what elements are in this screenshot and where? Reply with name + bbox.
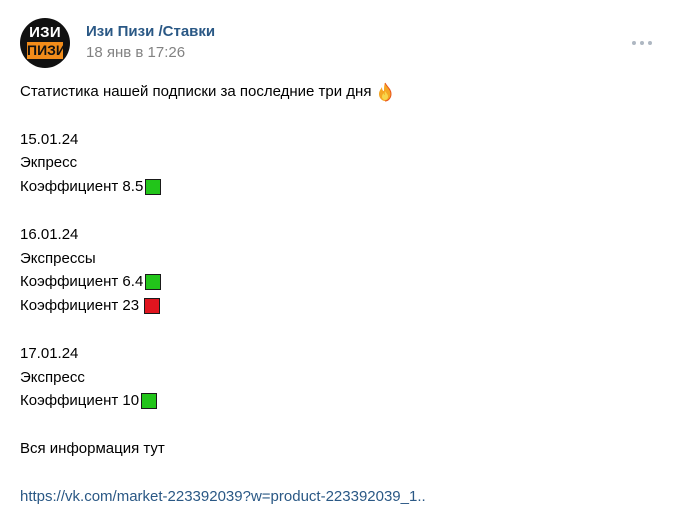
red-square-icon bbox=[144, 298, 161, 315]
more-horizontal-icon-dot bbox=[632, 41, 636, 45]
product-link[interactable]: https://vk.com/market-223392039?w=produc… bbox=[20, 485, 426, 509]
more-horizontal-icon-dot bbox=[648, 41, 652, 45]
avatar-bottom-text: ПИЗИ bbox=[27, 42, 66, 59]
coefficient-text: Коэффициент 6.4 bbox=[20, 273, 144, 291]
green-square-icon bbox=[145, 274, 162, 291]
green-square-icon bbox=[145, 179, 162, 196]
avatar[interactable]: ИЗИ ПИЗИ bbox=[20, 18, 70, 68]
day-date: 17.01.24 bbox=[20, 344, 79, 362]
more-options-button[interactable] bbox=[632, 38, 652, 48]
coefficient-line: Коэффициент 8.5 bbox=[20, 175, 654, 199]
post-text: Статистика нашей подписки за последние т… bbox=[20, 80, 654, 508]
coefficient-line: Коэффициент 10 bbox=[20, 389, 654, 413]
post-date[interactable]: 18 янв в 17:26 bbox=[86, 44, 185, 62]
day-type: Экпресс bbox=[20, 154, 78, 172]
fire-icon bbox=[379, 82, 392, 102]
day-date: 15.01.24 bbox=[20, 130, 79, 148]
coefficient-line: Коэффициент 23 bbox=[20, 294, 654, 318]
avatar-top-text: ИЗИ bbox=[29, 24, 61, 41]
intro-line: Статистика нашей подписки за последние т… bbox=[20, 80, 654, 104]
day-date: 16.01.24 bbox=[20, 225, 79, 243]
green-square-icon bbox=[141, 393, 158, 410]
coefficient-text: Коэффициент 10 bbox=[20, 392, 140, 410]
more-horizontal-icon-dot bbox=[640, 41, 644, 45]
day-type: Экспресс bbox=[20, 368, 85, 386]
coefficient-text: Коэффициент 8.5 bbox=[20, 178, 144, 196]
post-header: ИЗИ ПИЗИ Изи Пизи /Ставки 18 янв в 17:26 bbox=[20, 18, 654, 68]
product-link-line: https://vk.com/market-223392039?w=produc… bbox=[20, 485, 654, 509]
author-name[interactable]: Изи Пизи /Ставки bbox=[86, 23, 215, 41]
coefficient-text: Коэффициент 23 bbox=[20, 297, 140, 315]
info-text: Вся информация тут bbox=[20, 439, 165, 457]
intro-text: Статистика нашей подписки за последние т… bbox=[20, 83, 372, 100]
post-card: ИЗИ ПИЗИ Изи Пизи /Ставки 18 янв в 17:26… bbox=[0, 0, 674, 513]
day-type: Экспрессы bbox=[20, 249, 96, 267]
coefficient-line: Коэффициент 6.4 bbox=[20, 270, 654, 294]
